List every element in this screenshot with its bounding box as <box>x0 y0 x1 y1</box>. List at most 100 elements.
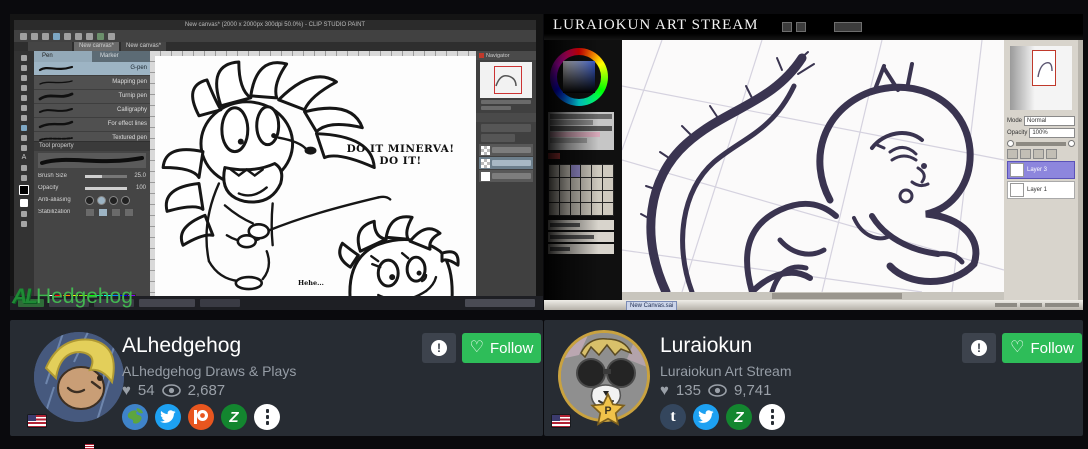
tool-icon[interactable] <box>21 165 27 171</box>
new-folder-button[interactable] <box>1020 149 1031 159</box>
swatch-row[interactable] <box>550 120 593 125</box>
navigator-view-rect[interactable] <box>1032 50 1056 86</box>
vertical-scrollbar[interactable] <box>1078 40 1083 310</box>
channel-name[interactable]: Luraiokun <box>660 334 752 358</box>
sai-tool[interactable] <box>549 178 559 190</box>
sai-tool[interactable] <box>581 178 591 190</box>
info-button[interactable]: ! <box>422 333 456 363</box>
sai-tool[interactable] <box>592 191 602 203</box>
stabilization-step[interactable] <box>111 208 121 217</box>
tool-icon[interactable] <box>21 135 27 141</box>
twitter-icon[interactable] <box>693 404 719 430</box>
sai-tool-selected[interactable] <box>571 165 581 177</box>
sai-tool[interactable] <box>560 165 570 177</box>
brush-setting-row[interactable] <box>548 232 614 242</box>
stream-thumbnail-alhedgehog[interactable]: New canvas* (2000 x 2000px 300dpi 50.0%)… <box>10 14 543 310</box>
sai-tool[interactable] <box>560 178 570 190</box>
avatar-alhedgehog[interactable] <box>34 332 124 422</box>
taskbar-item[interactable] <box>200 299 240 307</box>
sub-color-swatch[interactable] <box>20 199 28 207</box>
channel-name[interactable]: ALhedgehog <box>122 334 241 358</box>
brush-row[interactable]: Turnip pen <box>34 90 150 104</box>
tool-icon[interactable] <box>21 105 27 111</box>
main-color-swatch[interactable] <box>19 185 29 195</box>
brush-setting-row[interactable] <box>548 220 614 230</box>
swatch-row[interactable] <box>550 126 612 131</box>
tool-icon[interactable] <box>21 145 27 151</box>
sai-tool[interactable] <box>549 165 559 177</box>
duplicate-layer-button[interactable] <box>1033 149 1044 159</box>
tool-icon[interactable] <box>21 95 27 101</box>
sai-tool[interactable] <box>592 203 602 215</box>
mode-dropdown[interactable]: Normal <box>1024 116 1075 126</box>
checkbox[interactable] <box>1007 140 1014 147</box>
document-tab[interactable]: New canvas* <box>121 42 166 51</box>
more-icon[interactable] <box>759 404 785 430</box>
sai-tool[interactable] <box>581 191 591 203</box>
tumblr-icon[interactable]: t <box>660 404 686 430</box>
swatch-row[interactable] <box>550 114 612 119</box>
patreon-icon[interactable] <box>188 404 214 430</box>
swatch-row[interactable] <box>550 138 587 143</box>
opacity-value[interactable]: 100% <box>1029 128 1075 138</box>
sai-tool[interactable] <box>571 191 581 203</box>
follow-button[interactable]: ♡ Follow <box>462 333 541 363</box>
color-wheel[interactable] <box>550 48 608 106</box>
opacity-slider[interactable] <box>85 187 127 190</box>
stream-thumbnail-luraiokun[interactable]: LURAIOKUN ART STREAM <box>544 14 1083 310</box>
website-icon[interactable] <box>122 404 148 430</box>
brush-row[interactable]: Mapping pen <box>34 76 150 90</box>
sai-tool[interactable] <box>592 178 602 190</box>
brush-size-slider[interactable] <box>85 175 127 178</box>
taskbar-item-active[interactable]: New Canvas.sai <box>626 301 677 310</box>
stabilization-step[interactable] <box>124 208 134 217</box>
tool-icon[interactable] <box>21 221 27 227</box>
layer-row[interactable] <box>479 170 533 182</box>
sai-tool[interactable] <box>560 203 570 215</box>
csp-canvas[interactable]: DO IT MINERVA! DO IT! Hehe... <box>150 51 476 302</box>
navigator-slider[interactable] <box>481 106 511 110</box>
info-button[interactable]: ! <box>962 333 996 363</box>
sai-tool[interactable] <box>571 178 581 190</box>
sai-tool[interactable] <box>581 165 591 177</box>
document-tab-active[interactable]: New canvas* <box>74 42 119 51</box>
delete-layer-button[interactable] <box>1046 149 1057 159</box>
tool-icon[interactable] <box>21 75 27 81</box>
sai-tool[interactable] <box>549 191 559 203</box>
horizontal-scrollbar[interactable] <box>622 292 1004 300</box>
aa-option[interactable] <box>109 196 118 205</box>
tool-icon[interactable] <box>21 65 27 71</box>
sai-tool[interactable] <box>603 165 613 177</box>
sai-tool[interactable] <box>560 191 570 203</box>
subtool-tab-marker[interactable]: Marker <box>92 51 150 62</box>
sai-tool[interactable] <box>592 165 602 177</box>
navigator-slider[interactable] <box>481 100 531 104</box>
document-tab[interactable] <box>28 42 72 51</box>
layer-row-selected[interactable]: Layer 3 <box>1007 161 1075 179</box>
deviantart-icon[interactable]: Z <box>726 404 752 430</box>
checkbox[interactable] <box>1068 140 1075 147</box>
taskbar-item-active[interactable] <box>139 299 195 307</box>
sai-canvas[interactable] <box>622 40 1004 292</box>
saturation-value-picker[interactable] <box>563 61 595 93</box>
stabilization-step-selected[interactable] <box>98 208 108 217</box>
deviantart-icon[interactable]: Z <box>221 404 247 430</box>
tool-icon[interactable] <box>21 211 27 217</box>
brush-row-selected[interactable]: G-pen <box>34 62 150 76</box>
subtool-tab-pen[interactable]: Pen <box>34 51 92 62</box>
aa-option-selected[interactable] <box>97 196 106 205</box>
tool-icon[interactable] <box>21 85 27 91</box>
tool-icon-selected[interactable] <box>21 125 27 131</box>
navigator-view-rect[interactable] <box>494 66 522 94</box>
layer-row-selected[interactable] <box>479 157 533 169</box>
layer-row[interactable] <box>479 144 533 156</box>
layer-row[interactable]: Layer 1 <box>1007 181 1075 199</box>
brush-row[interactable]: Calligraphy <box>34 104 150 118</box>
aa-option[interactable] <box>121 196 130 205</box>
sai-tool[interactable] <box>603 203 613 215</box>
brush-setting-row[interactable] <box>548 244 614 254</box>
twitter-icon[interactable] <box>155 404 181 430</box>
sai-tool[interactable] <box>571 203 581 215</box>
stabilization-step[interactable] <box>85 208 95 217</box>
tool-icon[interactable] <box>21 55 27 61</box>
